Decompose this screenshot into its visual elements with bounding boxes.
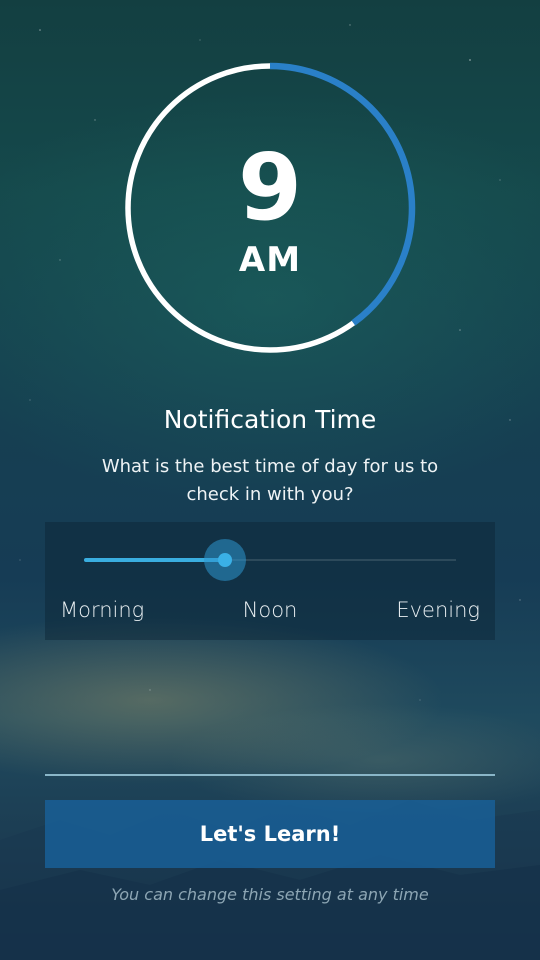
time-of-day-slider[interactable]: Morning Noon Evening xyxy=(45,522,495,640)
slider-handle-core xyxy=(218,553,233,567)
divider xyxy=(45,774,495,776)
lets-learn-button[interactable]: Let's Learn! xyxy=(45,800,495,868)
page-title: Notification Time xyxy=(163,405,377,434)
slider-track[interactable] xyxy=(84,558,456,562)
page-subtitle: What is the best time of day for us to c… xyxy=(101,456,439,505)
slider-handle[interactable] xyxy=(204,539,247,581)
settings-footnote: You can change this setting at any time xyxy=(111,885,429,904)
slider-label-evening: Evening xyxy=(396,598,480,622)
selected-period: AM xyxy=(238,240,302,280)
selected-hour: 9 xyxy=(237,134,302,241)
